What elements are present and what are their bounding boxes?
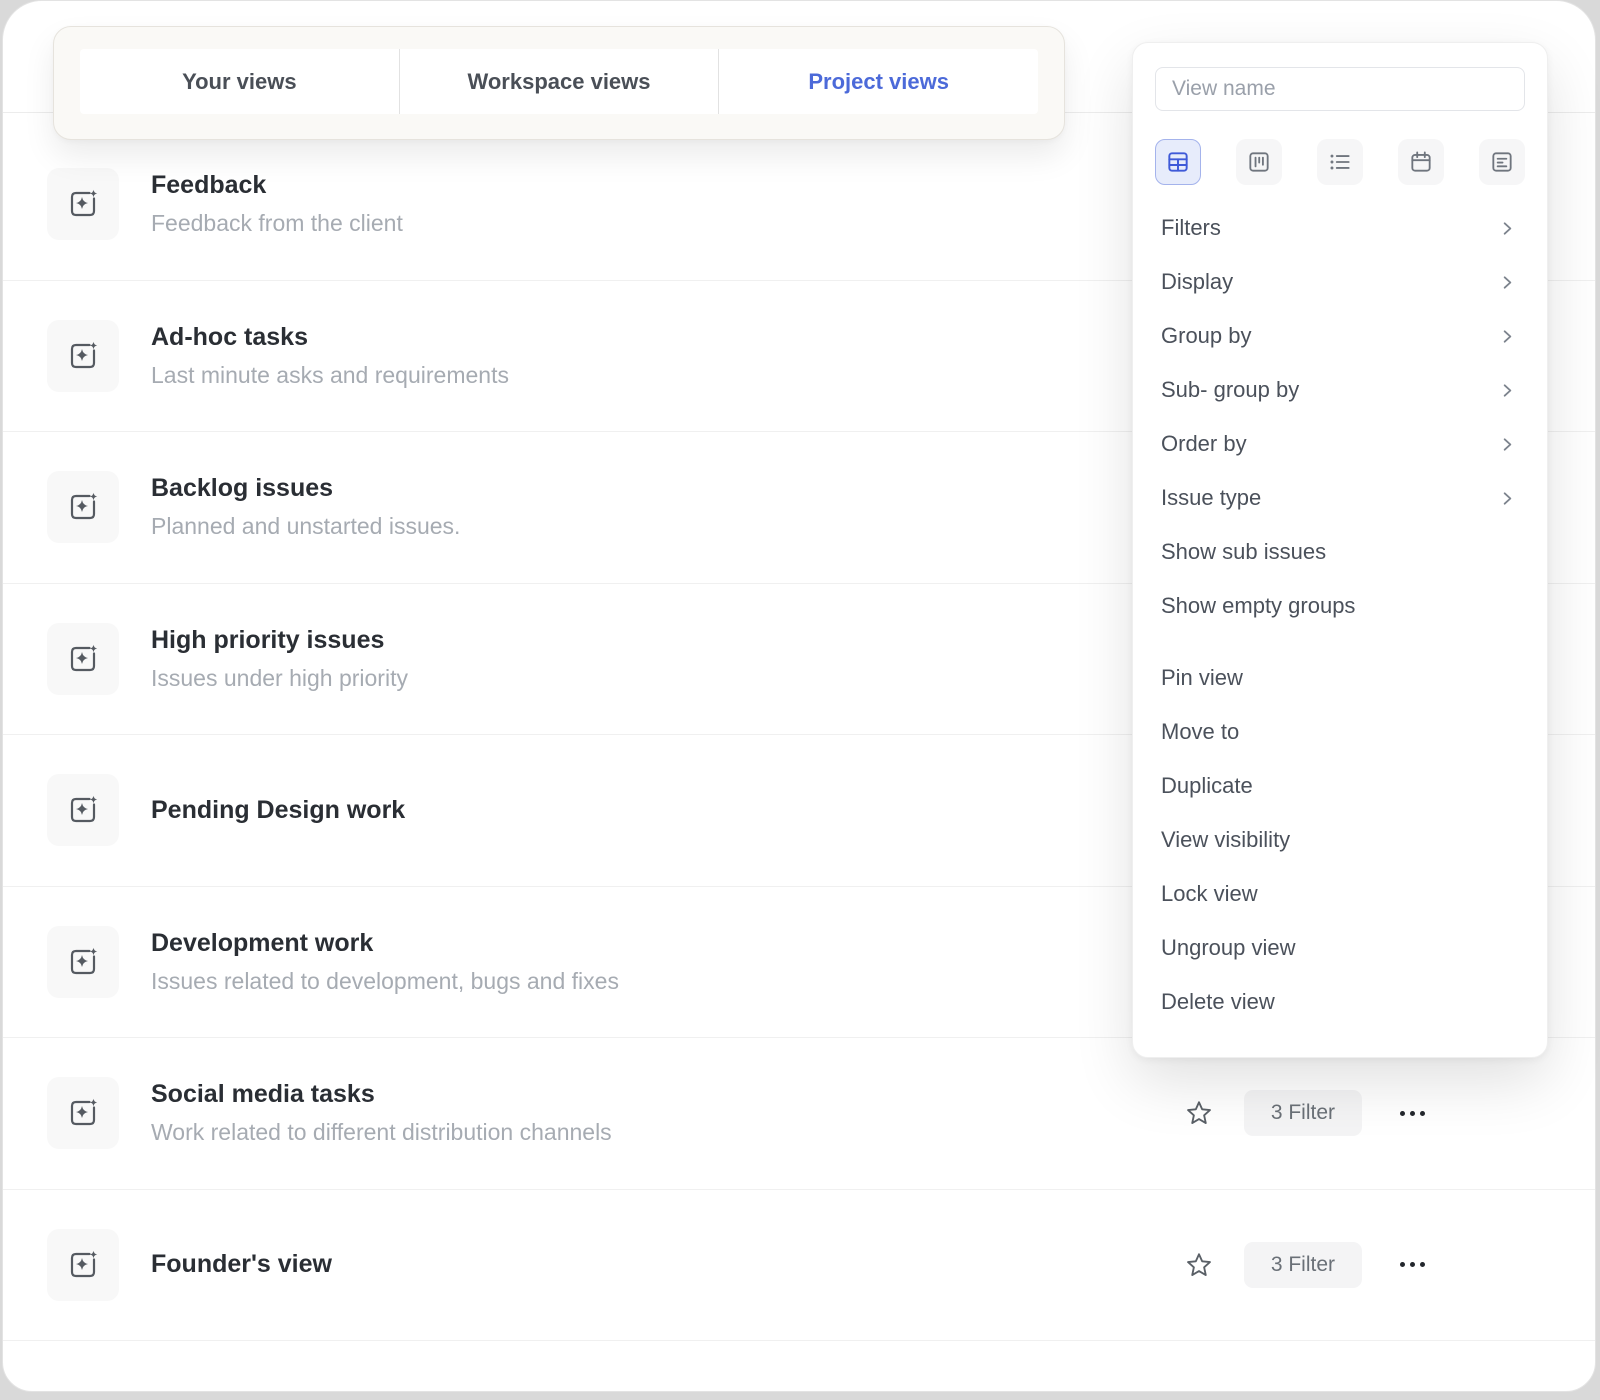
view-icon-box <box>47 774 119 846</box>
menu-item-view-visibility[interactable]: View visibility <box>1155 813 1525 867</box>
view-row-text: Feedback Feedback from the client <box>151 171 403 237</box>
table-layout-icon <box>1165 149 1191 175</box>
view-description: Planned and unstarted issues. <box>151 513 460 540</box>
views-tab-switcher: Your views Workspace views Project views <box>53 26 1065 140</box>
calendar-layout-button[interactable] <box>1398 139 1444 185</box>
view-title: Development work <box>151 929 619 958</box>
sheet-layout-icon <box>1489 149 1515 175</box>
menu-item-move-to[interactable]: Move to <box>1155 705 1525 759</box>
view-row-text: Development work Issues related to devel… <box>151 929 619 995</box>
view-sparkle-icon <box>65 1095 101 1131</box>
view-description: Issues related to development, bugs and … <box>151 968 619 995</box>
ellipsis-icon <box>1400 1111 1405 1116</box>
view-row-actions: 3 Filter <box>1184 1242 1427 1288</box>
view-title: High priority issues <box>151 626 408 655</box>
view-icon-box <box>47 168 119 240</box>
view-sparkle-icon <box>65 944 101 980</box>
view-icon-box <box>47 926 119 998</box>
view-options-dropdown: Filters Display Group by Sub- group by O… <box>1132 42 1548 1058</box>
menu-item-sub-group-by[interactable]: Sub- group by <box>1155 363 1525 417</box>
menu-item-group-by[interactable]: Group by <box>1155 309 1525 363</box>
view-actions-menu: Pin view Move to Duplicate View visibili… <box>1155 651 1525 1029</box>
menu-item-ungroup-view[interactable]: Ungroup view <box>1155 921 1525 975</box>
view-sparkle-icon <box>65 338 101 374</box>
view-icon-box <box>47 1229 119 1301</box>
list-layout-button[interactable] <box>1317 139 1363 185</box>
tab-project-views[interactable]: Project views <box>718 49 1038 114</box>
view-icon-box <box>47 471 119 543</box>
list-layout-icon <box>1327 149 1353 175</box>
chevron-right-icon <box>1498 273 1517 292</box>
view-options-menu: Filters Display Group by Sub- group by O… <box>1155 201 1525 633</box>
view-row-social-media-tasks[interactable]: Social media tasks Work related to diffe… <box>3 1038 1595 1190</box>
view-row-text: Founder's view <box>151 1250 332 1279</box>
table-layout-button[interactable] <box>1155 139 1201 185</box>
star-outline-icon <box>1185 1099 1213 1127</box>
tab-workspace-views[interactable]: Workspace views <box>399 49 719 114</box>
view-icon-box <box>47 320 119 392</box>
view-description: Work related to different distribution c… <box>151 1119 612 1146</box>
menu-item-pin-view[interactable]: Pin view <box>1155 651 1525 705</box>
menu-item-issue-type[interactable]: Issue type <box>1155 471 1525 525</box>
views-tab-group: Your views Workspace views Project views <box>80 49 1038 114</box>
menu-item-show-empty-groups[interactable]: Show empty groups <box>1155 579 1525 633</box>
filter-count-button[interactable]: 3 Filter <box>1244 1090 1362 1136</box>
kanban-layout-button[interactable] <box>1236 139 1282 185</box>
menu-item-display[interactable]: Display <box>1155 255 1525 309</box>
ellipsis-icon <box>1400 1262 1405 1267</box>
menu-item-lock-view[interactable]: Lock view <box>1155 867 1525 921</box>
view-row-text: Social media tasks Work related to diffe… <box>151 1080 612 1146</box>
view-icon-box <box>47 623 119 695</box>
tab-your-views[interactable]: Your views <box>80 49 399 114</box>
view-description: Feedback from the client <box>151 210 403 237</box>
menu-item-filters[interactable]: Filters <box>1155 201 1525 255</box>
view-sparkle-icon <box>65 792 101 828</box>
view-row-text: High priority issues Issues under high p… <box>151 626 408 692</box>
more-options-button[interactable] <box>1398 1103 1427 1124</box>
view-row-text: Backlog issues Planned and unstarted iss… <box>151 474 460 540</box>
layout-selector <box>1155 139 1525 185</box>
view-icon-box <box>47 1077 119 1149</box>
calendar-layout-icon <box>1408 149 1434 175</box>
view-sparkle-icon <box>65 489 101 525</box>
chevron-right-icon <box>1498 489 1517 508</box>
more-options-button[interactable] <box>1398 1254 1427 1275</box>
chevron-right-icon <box>1498 381 1517 400</box>
star-outline-icon <box>1185 1251 1213 1279</box>
sheet-layout-button[interactable] <box>1479 139 1525 185</box>
filter-count-button[interactable]: 3 Filter <box>1244 1242 1362 1288</box>
view-name-input[interactable] <box>1155 67 1525 111</box>
menu-item-show-sub-issues[interactable]: Show sub issues <box>1155 525 1525 579</box>
view-title: Founder's view <box>151 1250 332 1279</box>
chevron-right-icon <box>1498 435 1517 454</box>
kanban-layout-icon <box>1246 149 1272 175</box>
view-sparkle-icon <box>65 186 101 222</box>
favorite-star-button[interactable] <box>1184 1250 1214 1280</box>
view-title: Pending Design work <box>151 796 405 825</box>
view-sparkle-icon <box>65 641 101 677</box>
favorite-star-button[interactable] <box>1184 1098 1214 1128</box>
view-title: Ad-hoc tasks <box>151 323 509 352</box>
chevron-right-icon <box>1498 327 1517 346</box>
view-title: Backlog issues <box>151 474 460 503</box>
chevron-right-icon <box>1498 219 1517 238</box>
view-row-text: Pending Design work <box>151 796 405 825</box>
menu-item-order-by[interactable]: Order by <box>1155 417 1525 471</box>
menu-item-duplicate[interactable]: Duplicate <box>1155 759 1525 813</box>
view-row-actions: 3 Filter <box>1184 1090 1427 1136</box>
view-description: Last minute asks and requirements <box>151 362 509 389</box>
menu-item-delete-view[interactable]: Delete view <box>1155 975 1525 1029</box>
view-description: Issues under high priority <box>151 665 408 692</box>
view-title: Social media tasks <box>151 1080 612 1109</box>
view-sparkle-icon <box>65 1247 101 1283</box>
view-title: Feedback <box>151 171 403 200</box>
view-row-text: Ad-hoc tasks Last minute asks and requir… <box>151 323 509 389</box>
view-row-founders-view[interactable]: Founder's view 3 Filter <box>3 1190 1595 1342</box>
